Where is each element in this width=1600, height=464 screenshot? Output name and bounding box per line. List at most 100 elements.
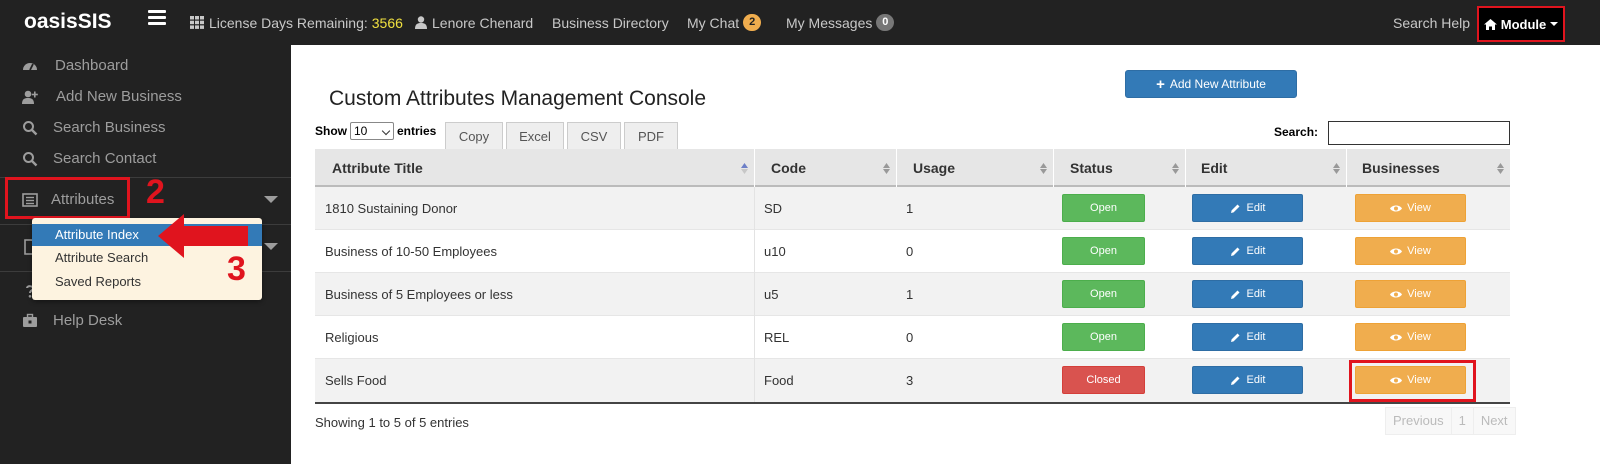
entries-per-page-select[interactable]: 10	[350, 122, 394, 140]
csv-button[interactable]: CSV	[567, 122, 621, 149]
edit-button[interactable]: Edit	[1192, 237, 1303, 265]
module-dropdown-button[interactable]: Module	[1477, 6, 1565, 42]
cell-code: REL	[764, 330, 790, 345]
pencil-icon	[1230, 204, 1240, 213]
sidebar-item-help-desk[interactable]: Help Desk	[0, 305, 291, 336]
entries-per-page-value: 10	[354, 124, 368, 138]
business-directory-link[interactable]: Business Directory	[552, 0, 669, 45]
sort-ascending-icon	[741, 163, 748, 174]
add-new-attribute-label: Add New Attribute	[1169, 77, 1266, 91]
page-1-button[interactable]: 1	[1452, 408, 1474, 434]
pagination: Previous 1 Next	[1385, 407, 1516, 435]
view-label: View	[1407, 288, 1431, 300]
hamburger-menu-icon[interactable]	[148, 10, 166, 26]
cell-attribute-title: Business of 10-50 Employees	[315, 230, 755, 273]
pencil-icon	[1230, 333, 1240, 342]
status-closed-button[interactable]: Closed	[1062, 366, 1145, 394]
cell-usage: 0	[906, 330, 914, 345]
table-row: Business of 5 Employees or less u5 1 Ope…	[315, 273, 1510, 316]
column-header-label: Code	[771, 160, 806, 176]
column-header-code[interactable]: Code	[755, 149, 897, 187]
sort-icon	[883, 163, 890, 174]
cell-usage: 3	[906, 373, 914, 388]
module-label: Module	[1500, 16, 1547, 32]
view-button[interactable]: View	[1355, 194, 1466, 222]
table-bottom-border	[315, 402, 1510, 404]
caret-down-icon[interactable]	[264, 243, 278, 250]
pencil-icon	[1230, 376, 1240, 385]
column-header-usage[interactable]: Usage	[897, 149, 1054, 187]
view-button[interactable]: View	[1355, 323, 1466, 351]
sidebar-item-add-new-business[interactable]: Add New Business	[0, 81, 291, 112]
show-label: Show	[315, 124, 347, 138]
user-menu[interactable]: Lenore Chenard	[415, 0, 533, 45]
column-header-status[interactable]: Status	[1054, 149, 1186, 187]
status-open-button[interactable]: Open	[1062, 280, 1145, 308]
cell-usage: 1	[906, 201, 914, 216]
column-header-attribute-title[interactable]: Attribute Title	[315, 149, 755, 187]
status-open-button[interactable]: Open	[1062, 237, 1145, 265]
column-header-edit[interactable]: Edit	[1186, 149, 1347, 187]
plus-icon: +	[1156, 75, 1165, 93]
view-label: View	[1407, 202, 1431, 214]
edit-label: Edit	[1246, 245, 1266, 257]
license-value: 3566	[371, 14, 403, 31]
status-open-button[interactable]: Open	[1062, 194, 1145, 222]
annotation-number-3: 3	[227, 250, 246, 288]
column-header-label: Businesses	[1362, 160, 1440, 176]
sort-icon	[1333, 163, 1340, 174]
home-icon	[1483, 18, 1497, 30]
edit-button[interactable]: Edit	[1192, 194, 1303, 222]
sidebar-item-search-contact[interactable]: Search Contact	[0, 143, 291, 174]
previous-page-button[interactable]: Previous	[1386, 408, 1452, 434]
my-messages-link[interactable]: My Messages 0	[786, 0, 895, 45]
cell-attribute-title: Business of 5 Employees or less	[315, 273, 755, 316]
edit-label: Edit	[1246, 374, 1266, 386]
annotation-highlight-view	[1349, 360, 1476, 402]
cell-code: SD	[764, 201, 783, 216]
next-page-button[interactable]: Next	[1474, 408, 1515, 434]
search-input[interactable]	[1328, 121, 1510, 145]
cell-code: u10	[764, 244, 786, 259]
cell-code: Food	[764, 373, 794, 388]
user-icon	[415, 16, 427, 29]
edit-button[interactable]: Edit	[1192, 323, 1303, 351]
search-help-link[interactable]: Search Help	[1393, 0, 1470, 45]
cell-attribute-title: Sells Food	[315, 359, 755, 402]
sidebar-item-search-business[interactable]: Search Business	[0, 112, 291, 143]
table-row: 1810 Sustaining Donor SD 1 Open Edit Vie…	[315, 187, 1510, 230]
edit-label: Edit	[1246, 202, 1266, 214]
pencil-icon	[1230, 290, 1240, 299]
excel-button[interactable]: Excel	[506, 122, 564, 149]
status-open-button[interactable]: Open	[1062, 323, 1145, 351]
copy-button[interactable]: Copy	[445, 122, 503, 149]
edit-button[interactable]: Edit	[1192, 366, 1303, 394]
caret-down-icon[interactable]	[264, 196, 278, 203]
search-icon	[23, 120, 38, 135]
sidebar-item-label: Search Business	[53, 119, 166, 136]
table-header: Attribute Title Code Usage Status Edit B…	[315, 149, 1510, 187]
eye-icon	[1390, 334, 1403, 340]
search-icon	[23, 151, 38, 166]
user-name: Lenore Chenard	[432, 14, 534, 31]
sidebar-item-dashboard[interactable]: Dashboard	[0, 50, 291, 81]
edit-label: Edit	[1246, 288, 1266, 300]
pencil-icon	[1230, 247, 1240, 256]
pdf-button[interactable]: PDF	[624, 122, 678, 149]
column-header-label: Usage	[913, 160, 956, 176]
add-new-attribute-button[interactable]: + Add New Attribute	[1125, 70, 1297, 98]
license-days: License Days Remaining: 3566	[190, 0, 403, 45]
brand-logo[interactable]: oasisSIS	[24, 10, 112, 34]
search-label: Search:	[1274, 125, 1319, 139]
annotation-number-2: 2	[146, 173, 165, 211]
sidebar-item-label: Add New Business	[56, 88, 182, 105]
cell-attribute-title: 1810 Sustaining Donor	[315, 187, 755, 230]
my-chat-link[interactable]: My Chat 2	[687, 0, 762, 45]
view-button[interactable]: View	[1355, 280, 1466, 308]
table-info: Showing 1 to 5 of 5 entries	[315, 415, 469, 430]
column-header-businesses[interactable]: Businesses	[1347, 149, 1510, 187]
view-button[interactable]: View	[1355, 237, 1466, 265]
entries-label: entries	[397, 124, 437, 138]
messages-count-badge: 0	[876, 14, 895, 31]
edit-button[interactable]: Edit	[1192, 280, 1303, 308]
